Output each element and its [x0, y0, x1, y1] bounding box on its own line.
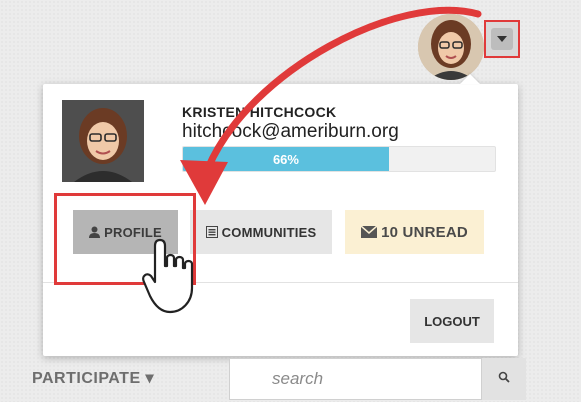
user-email: hitchcock@ameriburn.org — [182, 121, 399, 142]
communities-button[interactable]: COMMUNITIES — [190, 210, 332, 254]
caret-down-icon — [491, 28, 513, 50]
participate-menu[interactable]: PARTICIPATE ▾ — [32, 368, 154, 388]
profile-photo — [62, 100, 144, 182]
unread-messages-button[interactable]: 10 UNREAD — [345, 210, 484, 254]
communities-button-label: COMMUNITIES — [221, 224, 317, 240]
profile-progress-label: 66% — [272, 151, 299, 167]
profile-progress-fill: 66% — [183, 147, 389, 171]
profile-button-label: PROFILE — [104, 224, 162, 240]
search-input[interactable] — [229, 358, 482, 400]
envelope-icon — [361, 226, 378, 238]
user-avatar[interactable] — [418, 14, 484, 80]
logout-button-label: LOGOUT — [424, 313, 480, 329]
profile-progress-bar: 66% — [182, 146, 496, 172]
panel-divider — [43, 282, 518, 283]
unread-messages-label: 10 UNREAD — [381, 223, 468, 241]
list-icon — [205, 226, 218, 238]
search-icon — [498, 370, 510, 388]
logout-button[interactable]: LOGOUT — [410, 299, 494, 343]
user-menu-toggle[interactable] — [484, 20, 520, 58]
user-menu-panel: KRISTEN HITCHCOCK hitchcock@ameriburn.or… — [43, 84, 518, 356]
search-button[interactable] — [482, 358, 526, 400]
avatar-photo — [418, 14, 484, 80]
user-name: KRISTEN HITCHCOCK — [182, 104, 337, 120]
user-icon — [89, 226, 101, 238]
profile-button[interactable]: PROFILE — [73, 210, 178, 254]
